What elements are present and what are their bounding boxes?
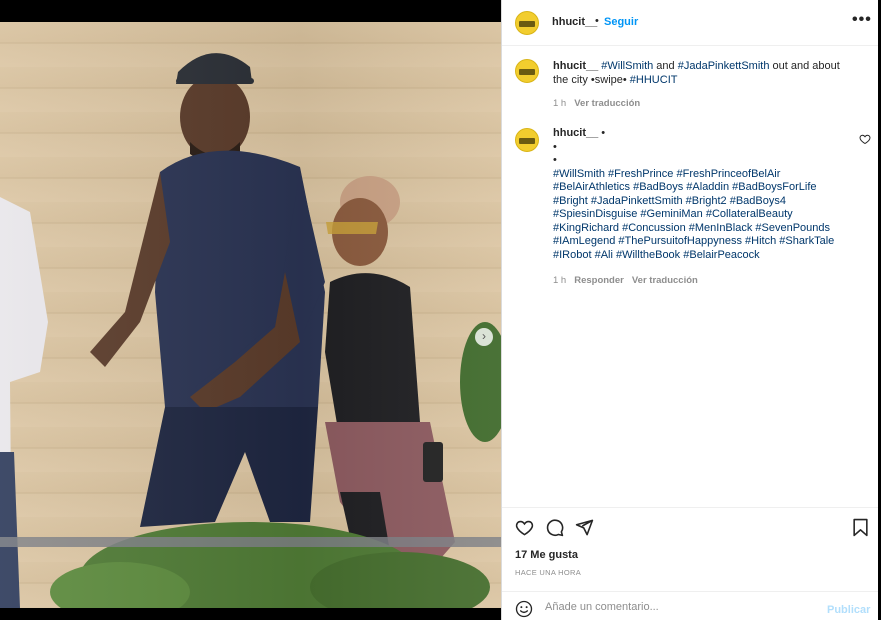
emoji-smiley-icon[interactable] — [515, 600, 533, 618]
comment-input[interactable] — [545, 598, 815, 616]
caption-hashtag[interactable]: #JadaPinkettSmith — [678, 60, 770, 72]
comment-bullet: • — [601, 127, 606, 139]
comment-bubble-icon[interactable] — [545, 518, 564, 537]
follow-button[interactable]: Seguir — [604, 16, 638, 28]
likes-count[interactable]: 17 Me gusta — [515, 549, 578, 561]
caption-username[interactable]: hhucit__ — [553, 60, 598, 72]
save-bookmark-icon[interactable] — [852, 518, 869, 537]
caption-text: hhucit__ #WillSmith and #JadaPinkettSmit… — [553, 59, 853, 87]
avatar[interactable] — [515, 11, 539, 35]
share-send-icon[interactable] — [575, 518, 594, 537]
post-username[interactable]: hhucit__ — [552, 16, 597, 28]
comment-line: • — [553, 140, 557, 153]
avatar[interactable] — [515, 128, 539, 152]
comment-text: hhucit__ • • • #WillSmith #FreshPrince #… — [553, 127, 853, 262]
post-side-panel: hhucit__ • Seguir ••• hhucit__ #WillSmit… — [501, 0, 878, 620]
post-header: hhucit__ • Seguir ••• — [502, 0, 878, 46]
chevron-right-icon: › — [482, 329, 486, 343]
caption-translate-link[interactable]: Ver traducción — [574, 98, 640, 109]
caption-text-segment: and — [653, 60, 678, 72]
caption-age: 1 h — [553, 98, 567, 109]
action-bar — [502, 507, 878, 547]
avatar[interactable] — [515, 59, 539, 83]
post-image[interactable]: › — [0, 22, 501, 608]
like-heart-icon[interactable] — [515, 518, 534, 537]
comment-meta: 1 h Responder Ver traducción — [553, 275, 698, 286]
more-options-icon[interactable]: ••• — [852, 11, 872, 29]
caption-meta: 1 h Ver traducción — [553, 98, 640, 109]
comment-translate-link[interactable]: Ver traducción — [632, 275, 698, 286]
caption-hashtag[interactable]: #WillSmith — [601, 60, 653, 72]
like-comment-heart-icon[interactable] — [859, 133, 871, 145]
comment-age: 1 h — [553, 275, 567, 286]
publish-button[interactable]: Publicar — [827, 604, 870, 616]
add-comment-bar: Publicar — [502, 591, 878, 620]
caption-hashtag[interactable]: #HHUCIT — [630, 74, 678, 86]
post-timestamp: HACE UNA HORA — [515, 568, 581, 577]
comment-reply-link[interactable]: Responder — [574, 275, 624, 286]
separator-dot: • — [595, 15, 599, 27]
comment-username[interactable]: hhucit__ — [553, 127, 598, 139]
carousel-next-button[interactable]: › — [475, 328, 493, 346]
bottom-black-bar — [0, 608, 501, 620]
comment-line: • — [553, 154, 557, 166]
comment-hashtags[interactable]: #WillSmith #FreshPrince #FreshPrinceofBe… — [553, 168, 834, 261]
